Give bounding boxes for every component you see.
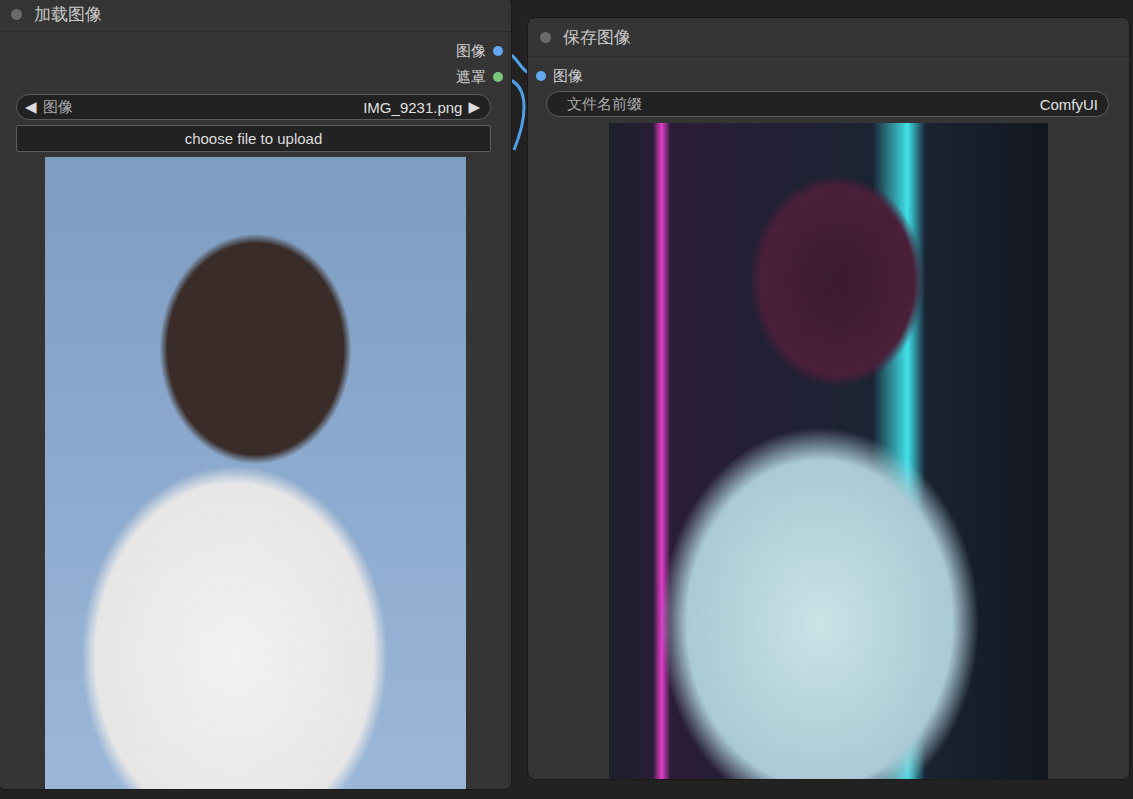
node-title: 加载图像 — [34, 3, 102, 26]
node-title-bar[interactable]: 加载图像 — [0, 0, 511, 32]
next-arrow[interactable]: ▶ — [468, 98, 480, 116]
load-image-node[interactable]: 加载图像图像遮罩◀图像IMG_9231.png▶choose file to u… — [0, 0, 512, 790]
image-combo[interactable]: ◀ 图像 IMG_9231.png ▶ — [16, 94, 491, 120]
save-image-node[interactable]: 保存图像图像文件名前缀 ComfyUI — [527, 17, 1130, 780]
output-list: 图像遮罩 — [0, 32, 511, 90]
field-label: 文件名前缀 — [567, 95, 642, 114]
field-value: ComfyUI — [1040, 96, 1098, 113]
input-dot-icon[interactable] — [536, 71, 546, 81]
output-label: 图像 — [456, 42, 486, 61]
output-dot-icon[interactable] — [493, 72, 503, 82]
node-canvas[interactable]: 加载图像图像遮罩◀图像IMG_9231.png▶choose file to u… — [0, 0, 1133, 799]
combo-label: 图像 — [43, 98, 73, 117]
output-slot[interactable]: 图像 — [456, 38, 503, 64]
input-slot[interactable]: 图像 — [536, 63, 1129, 89]
input-label: 图像 — [553, 67, 583, 86]
node-title: 保存图像 — [563, 26, 631, 49]
image-preview — [609, 123, 1048, 780]
node-title-bar[interactable]: 保存图像 — [528, 18, 1129, 57]
output-label: 遮罩 — [456, 68, 486, 87]
collapse-dot-icon[interactable] — [11, 9, 22, 20]
output-slot[interactable]: 遮罩 — [456, 64, 503, 90]
upload-button[interactable]: choose file to upload — [16, 125, 491, 152]
input-list: 图像 — [528, 57, 1129, 89]
collapse-dot-icon[interactable] — [540, 32, 551, 43]
prefix-field[interactable]: 文件名前缀 ComfyUI — [546, 91, 1109, 117]
image-preview — [45, 157, 466, 790]
output-dot-icon[interactable] — [493, 46, 503, 56]
prev-arrow[interactable]: ◀ — [25, 98, 37, 116]
combo-value: IMG_9231.png — [363, 99, 462, 116]
